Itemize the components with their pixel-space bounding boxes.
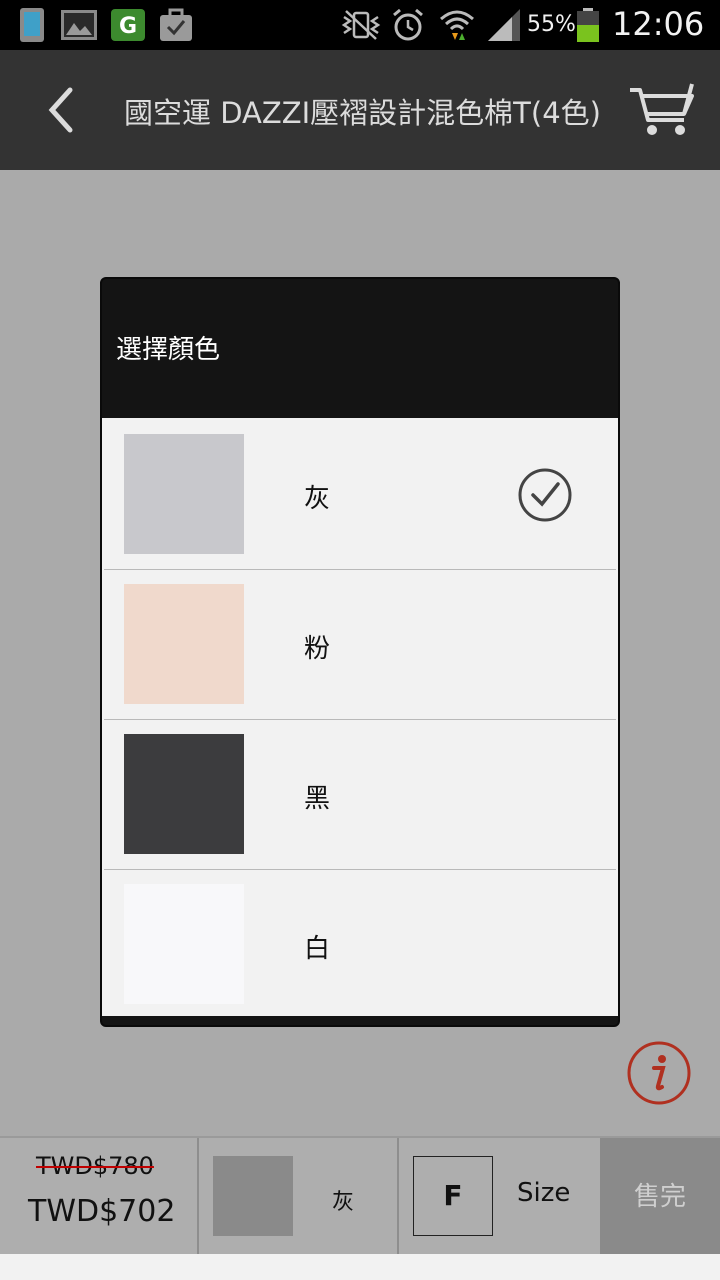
color-option-black[interactable]: 黑 xyxy=(104,720,616,870)
selected-color-swatch xyxy=(213,1156,293,1236)
checkmark-icon xyxy=(518,468,572,522)
alarm-icon xyxy=(393,8,423,41)
app-bar: 國空運 DAZZI壓褶設計混色棉T(4色) xyxy=(0,50,720,170)
sold-out-button[interactable]: 售完 xyxy=(600,1138,720,1256)
battery-icon xyxy=(577,8,599,42)
size-label: Size xyxy=(517,1178,571,1208)
color-list: 灰 粉 黑 白 xyxy=(102,418,618,1016)
clock: 12:06 xyxy=(612,5,705,43)
selected-color-button[interactable]: 灰 xyxy=(199,1138,397,1256)
color-swatch xyxy=(124,734,244,854)
briefcase-check-icon xyxy=(160,8,192,41)
battery-percent: 55% xyxy=(527,12,576,37)
selected-color-label: 灰 xyxy=(332,1190,355,1215)
color-option-pink[interactable]: 粉 xyxy=(104,570,616,720)
system-nav-strip xyxy=(0,1254,720,1280)
g-app-icon: G xyxy=(111,9,145,41)
color-picker-dialog: 選擇顏色 灰 粉 黑 白 xyxy=(100,277,620,1027)
original-price: TWD$780 xyxy=(36,1152,154,1180)
color-label: 黑 xyxy=(304,784,331,814)
dialog-title: 選擇顏色 xyxy=(116,335,221,365)
color-swatch xyxy=(124,884,244,1004)
status-bar: G 55% 12:06 xyxy=(0,0,720,50)
color-label: 粉 xyxy=(304,634,331,664)
phone-icon xyxy=(20,8,44,42)
color-label: 灰 xyxy=(304,484,331,514)
color-label: 白 xyxy=(304,934,331,964)
vibrate-icon xyxy=(341,10,381,40)
signal-icon xyxy=(488,9,520,41)
info-icon[interactable] xyxy=(626,1040,692,1106)
sale-price: TWD$702 xyxy=(28,1194,176,1229)
color-swatch xyxy=(124,584,244,704)
bottom-bar: TWD$780 TWD$702 灰 F Size 售完 xyxy=(0,1136,720,1256)
page-title: 國空運 DAZZI壓褶設計混色棉T(4色) xyxy=(124,96,600,130)
size-value-box: F xyxy=(413,1156,493,1236)
color-option-gray[interactable]: 灰 xyxy=(104,420,616,570)
size-selector-button[interactable]: F Size xyxy=(399,1138,599,1256)
cart-icon[interactable] xyxy=(626,80,698,140)
color-option-white[interactable]: 白 xyxy=(104,870,616,1020)
color-swatch xyxy=(124,434,244,554)
gallery-icon xyxy=(61,10,97,40)
chevron-left-icon[interactable] xyxy=(30,78,94,142)
svg-text:G: G xyxy=(119,14,137,39)
wifi-icon xyxy=(440,10,474,40)
